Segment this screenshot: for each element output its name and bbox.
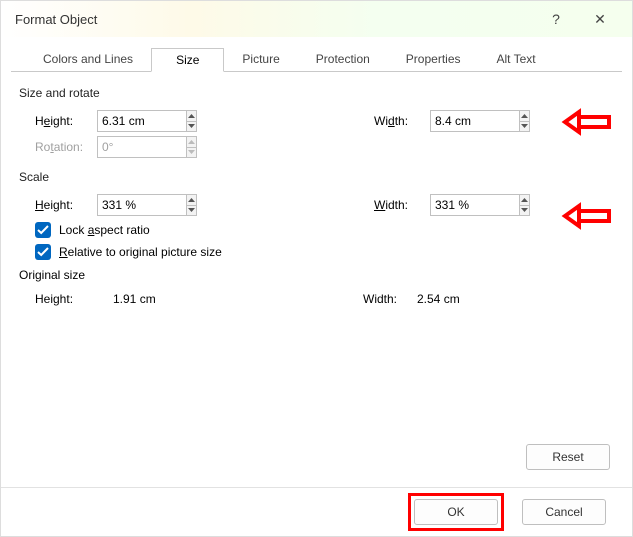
ok-button[interactable]: OK xyxy=(414,499,498,525)
rotation-stepper xyxy=(186,137,196,157)
group-original-size: Original size xyxy=(19,268,614,282)
help-icon: ? xyxy=(552,11,560,27)
scale-height-stepper xyxy=(186,195,196,215)
scale-width-step-up[interactable] xyxy=(520,195,529,206)
group-scale: Scale xyxy=(19,170,614,184)
dialog-footer: OK Cancel xyxy=(1,487,632,536)
label-relative-original: Relative to original picture size xyxy=(59,245,222,259)
annotation-arrow-width xyxy=(561,107,613,137)
scale-height-step-down[interactable] xyxy=(187,206,196,216)
width-step-up[interactable] xyxy=(520,111,529,122)
height-spinner[interactable] xyxy=(97,110,197,132)
height-stepper xyxy=(186,111,196,131)
help-button[interactable]: ? xyxy=(534,4,578,34)
tab-body-size: Size and rotate Height: Width: xyxy=(1,72,632,306)
close-icon: ✕ xyxy=(594,11,606,28)
label-scale-width: Width: xyxy=(374,198,430,212)
format-object-dialog: Format Object ? ✕ Colors and Lines Size … xyxy=(0,0,633,537)
annotation-arrow-scale-width xyxy=(561,201,613,231)
tabs: Colors and Lines Size Picture Protection… xyxy=(1,37,632,71)
width-step-down[interactable] xyxy=(520,122,529,132)
width-input[interactable] xyxy=(431,111,519,131)
width-stepper xyxy=(519,111,529,131)
tab-picture[interactable]: Picture xyxy=(224,47,297,71)
tab-properties[interactable]: Properties xyxy=(388,47,479,71)
close-button[interactable]: ✕ xyxy=(578,4,622,34)
pair-scale-width: Width: xyxy=(374,194,530,216)
group-size-and-rotate: Size and rotate xyxy=(19,86,614,100)
label-height: Height: xyxy=(19,114,97,128)
label-lock-aspect: Lock aspect ratio xyxy=(59,223,150,237)
width-spinner[interactable] xyxy=(430,110,530,132)
label-rotation: Rotation: xyxy=(19,140,97,154)
label-width: Width: xyxy=(374,114,430,128)
dialog-title: Format Object xyxy=(15,12,534,27)
height-step-up[interactable] xyxy=(187,111,196,122)
rotation-step-up xyxy=(187,137,196,148)
value-original-height: 1.91 cm xyxy=(113,292,363,306)
row-scale-height: Height: Width: xyxy=(19,194,614,216)
label-scale-height: Height: xyxy=(19,198,97,212)
rotation-step-down xyxy=(187,148,196,158)
scale-width-input[interactable] xyxy=(431,195,519,215)
label-original-height: Height: xyxy=(19,292,113,306)
check-icon xyxy=(37,247,49,257)
reset-area: Reset xyxy=(526,444,610,470)
row-height: Height: Width: xyxy=(19,110,614,132)
ok-highlight: OK xyxy=(408,493,504,531)
scale-width-spinner[interactable] xyxy=(430,194,530,216)
tab-protection[interactable]: Protection xyxy=(298,47,388,71)
check-icon xyxy=(37,225,49,235)
cancel-button[interactable]: Cancel xyxy=(522,499,606,525)
tab-alt-text[interactable]: Alt Text xyxy=(479,47,554,71)
label-original-width: Width: xyxy=(363,292,417,306)
rotation-input xyxy=(98,137,186,157)
checkbox-lock-aspect[interactable] xyxy=(35,222,51,238)
pair-width: Width: xyxy=(374,110,530,132)
tab-colors-and-lines[interactable]: Colors and Lines xyxy=(25,47,151,71)
scale-height-input[interactable] xyxy=(98,195,186,215)
height-input[interactable] xyxy=(98,111,186,131)
scale-width-step-down[interactable] xyxy=(520,206,529,216)
value-original-width: 2.54 cm xyxy=(417,292,460,306)
scale-height-step-up[interactable] xyxy=(187,195,196,206)
row-rotation: Rotation: xyxy=(19,136,614,158)
height-step-down[interactable] xyxy=(187,122,196,132)
row-original-size: Height: 1.91 cm Width: 2.54 cm xyxy=(19,292,614,306)
row-lock-aspect: Lock aspect ratio xyxy=(19,222,614,238)
tab-size[interactable]: Size xyxy=(151,48,224,72)
scale-height-spinner[interactable] xyxy=(97,194,197,216)
scale-width-stepper xyxy=(519,195,529,215)
reset-button[interactable]: Reset xyxy=(526,444,610,470)
row-relative-original: Relative to original picture size xyxy=(19,244,614,260)
checkbox-relative-original[interactable] xyxy=(35,244,51,260)
titlebar: Format Object ? ✕ xyxy=(1,1,632,37)
rotation-spinner xyxy=(97,136,197,158)
